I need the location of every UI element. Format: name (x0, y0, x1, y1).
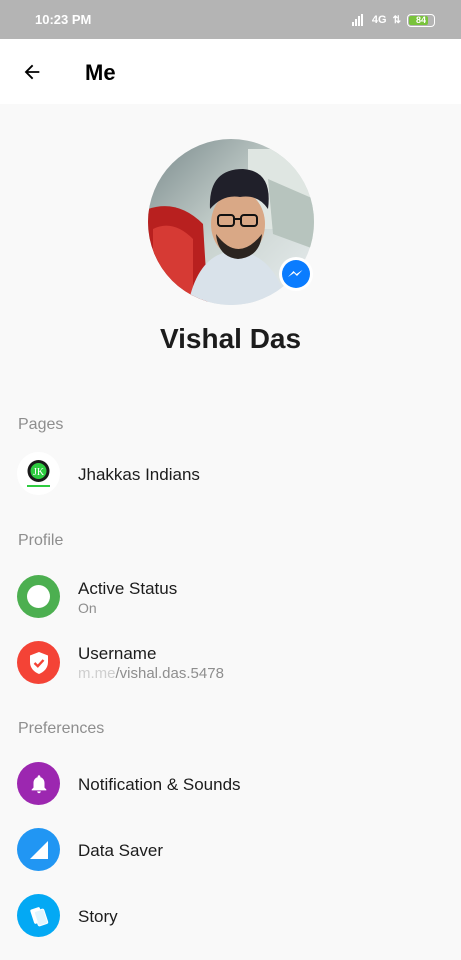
story-label: Story (78, 907, 118, 926)
messenger-badge (279, 257, 313, 291)
network-type: 4G (371, 14, 387, 26)
status-icons: 4G ⇅ 84 (351, 12, 435, 28)
page-title: Me (85, 60, 116, 85)
page-logo-icon: JK (17, 452, 60, 495)
messenger-icon (282, 260, 310, 288)
active-status-icon (17, 575, 60, 618)
notifications-label: Notification & Sounds (78, 775, 241, 794)
status-bar: 10:23 PM 4G ⇅ 84 (0, 0, 461, 39)
data-saver-icon (17, 828, 60, 871)
section-title-preferences: Preferences (18, 720, 105, 737)
profile-name: Vishal Das (159, 323, 302, 354)
username-path: /vishal.das.5478 (115, 665, 224, 682)
data-saver-label: Data Saver (78, 841, 164, 860)
username-domain: m.me (78, 665, 116, 682)
shield-check-icon (17, 641, 60, 684)
list-item-username[interactable]: Username m.me/vishal.das.5478 (0, 633, 461, 693)
app-bar: Me (0, 39, 461, 104)
data-transfer-icon: ⇅ (392, 14, 401, 26)
section-title-profile: Profile (18, 532, 64, 549)
username-label: Username (78, 644, 157, 663)
battery-icon: 84 (407, 13, 435, 27)
page-label: Jhakkas Indians (78, 465, 200, 484)
arrow-left-icon (24, 64, 40, 80)
list-item-active-status[interactable]: Active Status On (0, 567, 461, 627)
svg-text:JK: JK (33, 467, 45, 478)
active-status-label: Active Status (78, 579, 178, 598)
section-title-pages: Pages (18, 416, 64, 433)
active-status-value: On (78, 600, 97, 616)
signal-icon (351, 14, 366, 26)
back-button[interactable] (16, 56, 48, 88)
username-value: m.me/vishal.das.5478 (78, 665, 224, 682)
battery-level: 84 (415, 15, 426, 25)
list-item-page[interactable]: JK Jhakkas Indians (0, 444, 461, 504)
list-item-story[interactable]: Story (0, 886, 461, 946)
story-icon (17, 894, 60, 937)
bell-icon (17, 762, 60, 805)
status-time: 10:23 PM (35, 12, 92, 27)
list-item-data-saver[interactable]: Data Saver (0, 820, 461, 880)
list-item-notifications[interactable]: Notification & Sounds (0, 754, 461, 814)
profile-avatar[interactable] (148, 139, 314, 305)
